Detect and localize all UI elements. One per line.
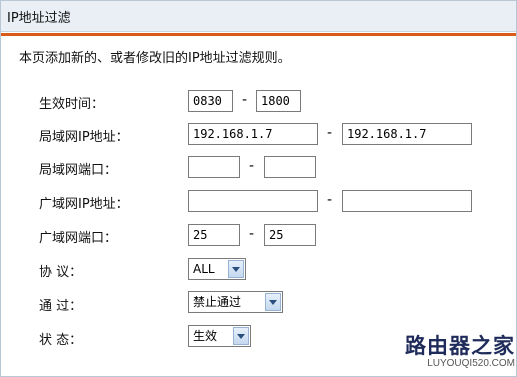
status-select-value: 生效 (193, 329, 218, 343)
wan-port-label: 广域网端口： (39, 231, 118, 246)
ip-filter-panel: IP地址过滤 本页添加新的、或者修改旧的IP地址过滤规则。 生效时间： 0830… (0, 0, 517, 377)
site-watermark: 路由器之家 LUYOUQI520.COM (397, 334, 515, 374)
pass-label: 通 过： (39, 299, 83, 314)
effective-time-label: 生效时间： (39, 97, 105, 112)
pass-select[interactable]: 禁止通过 (188, 291, 283, 313)
protocol-label: 协 议： (39, 265, 83, 280)
wan-port-start-input[interactable]: 25 (188, 224, 240, 246)
range-separator: - (242, 92, 248, 108)
panel-header: IP地址过滤 (1, 1, 516, 32)
effective-time-start-input[interactable]: 0830 (188, 90, 233, 112)
watermark-url: LUYOUQI520.COM (427, 358, 515, 369)
chevron-down-icon[interactable] (265, 293, 281, 311)
wan-ip-start-input[interactable] (188, 190, 318, 212)
chevron-down-icon[interactable] (228, 260, 244, 278)
status-select[interactable]: 生效 (188, 325, 251, 347)
watermark-text: 路由器之家 (405, 334, 515, 358)
effective-time-end-input[interactable]: 1800 (256, 90, 301, 112)
page-title: IP地址过滤 (7, 11, 71, 26)
range-separator: - (249, 226, 255, 242)
status-label: 状 态： (39, 333, 83, 348)
lan-port-start-input[interactable] (188, 156, 240, 178)
range-separator: - (327, 192, 333, 208)
wan-ip-end-input[interactable] (342, 190, 472, 212)
header-accent-rule (1, 33, 516, 36)
lan-ip-label: 局域网IP地址： (39, 130, 129, 145)
pass-select-value: 禁止通过 (193, 295, 242, 309)
range-separator: - (249, 158, 255, 174)
page-description: 本页添加新的、或者修改旧的IP地址过滤规则。 (19, 51, 291, 66)
range-separator: - (327, 125, 333, 141)
chevron-down-icon[interactable] (233, 327, 249, 345)
lan-ip-end-input[interactable]: 192.168.1.7 (342, 123, 472, 145)
lan-port-label: 局域网端口： (39, 163, 118, 178)
wan-ip-label: 广域网IP地址： (39, 197, 129, 212)
protocol-select-value: ALL (193, 262, 215, 276)
lan-ip-start-input[interactable]: 192.168.1.7 (188, 123, 318, 145)
wan-port-end-input[interactable]: 25 (264, 224, 316, 246)
lan-port-end-input[interactable] (264, 156, 316, 178)
protocol-select[interactable]: ALL (188, 258, 246, 280)
